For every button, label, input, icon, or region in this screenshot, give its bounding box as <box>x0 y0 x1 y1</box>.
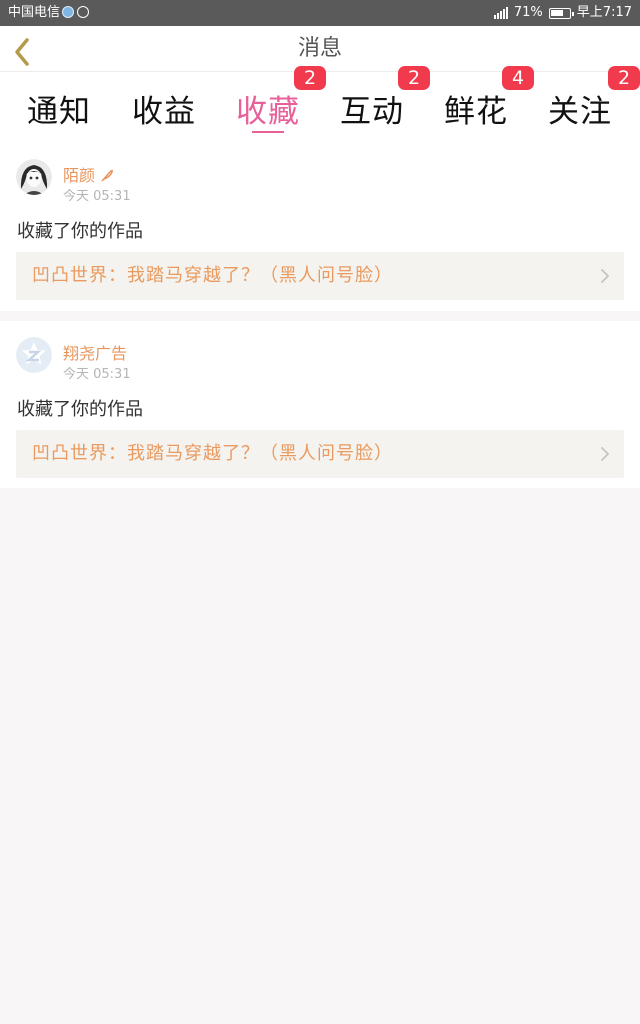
message-list: 陌颜 今天 05:31 收藏了你的作品 凹凸世界：我踏马穿越了？（黑人问号脸） … <box>0 140 640 488</box>
action-text: 收藏了你的作品 <box>17 221 143 242</box>
work-title: 凹凸世界：我踏马穿越了？（黑人问号脸） <box>32 443 393 464</box>
tab-label: 通知 <box>27 94 91 130</box>
tab-favorites[interactable]: 收藏 2 <box>216 66 326 140</box>
tab-label: 收益 <box>132 94 196 130</box>
chevron-right-icon <box>601 269 610 283</box>
work-title: 凹凸世界：我踏马穿越了？（黑人问号脸） <box>32 265 393 286</box>
list-item: 陌颜 今天 05:31 收藏了你的作品 凹凸世界：我踏马穿越了？（黑人问号脸） <box>0 140 640 311</box>
tab-label: 关注 <box>548 94 612 130</box>
signal-icon <box>493 7 508 19</box>
username[interactable]: 陌颜 <box>63 162 114 186</box>
tab-follow[interactable]: 关注 2 <box>528 66 640 140</box>
shield-icon <box>77 6 89 18</box>
timestamp: 今天 05:31 <box>63 189 131 204</box>
list-item: 翔尧广告 今天 05:31 收藏了你的作品 凹凸世界：我踏马穿越了？（黑人问号脸… <box>0 321 640 488</box>
tab-notice[interactable]: 通知 <box>7 72 111 140</box>
avatar[interactable] <box>16 337 52 373</box>
feather-icon <box>101 169 114 182</box>
tab-interaction[interactable]: 互动 2 <box>320 66 430 140</box>
location-icon <box>62 6 74 18</box>
tab-label: 收藏 <box>236 94 300 130</box>
timestamp: 今天 05:31 <box>63 367 131 382</box>
status-bar: 中国电信 71% 早上7:17 <box>0 0 640 26</box>
tab-label: 互动 <box>340 94 404 130</box>
tab-bar: 通知 收益 收藏 2 互动 2 鲜花 4 关注 2 <box>0 66 640 140</box>
username[interactable]: 翔尧广告 <box>63 340 127 364</box>
action-text: 收藏了你的作品 <box>17 399 143 420</box>
clock: 早上7:17 <box>576 5 632 20</box>
status-right: 71% 早上7:17 <box>493 0 632 26</box>
active-tab-indicator <box>252 131 284 133</box>
tab-label: 鲜花 <box>444 94 508 130</box>
work-link[interactable]: 凹凸世界：我踏马穿越了？（黑人问号脸） <box>16 430 624 478</box>
work-link[interactable]: 凹凸世界：我踏马穿越了？（黑人问号脸） <box>16 252 624 300</box>
avatar[interactable] <box>16 159 52 195</box>
carrier-label: 中国电信 <box>8 5 61 20</box>
tab-flowers[interactable]: 鲜花 4 <box>424 66 534 140</box>
chevron-right-icon <box>601 447 610 461</box>
tab-income[interactable]: 收益 <box>112 72 216 140</box>
tab-badge: 2 <box>608 66 640 90</box>
battery-percent: 71% <box>513 5 543 20</box>
battery-icon <box>548 7 574 19</box>
status-icons <box>62 6 89 18</box>
